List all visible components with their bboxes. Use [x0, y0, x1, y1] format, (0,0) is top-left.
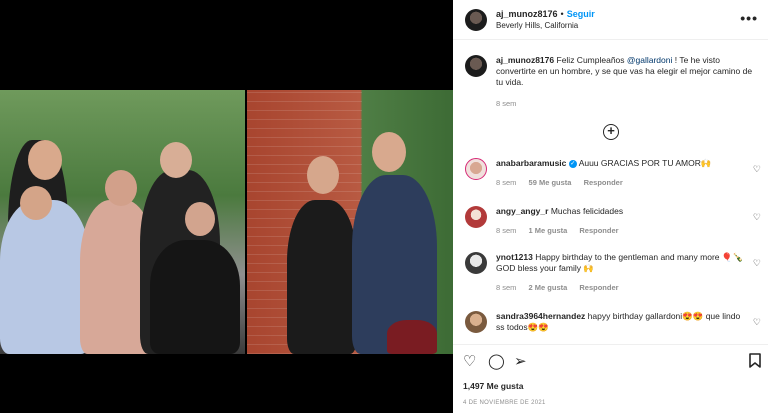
commenter-avatar[interactable]: [465, 158, 487, 180]
comment-item: sandra3964hernandez hapyy birthday galla…: [465, 311, 765, 333]
heart-icon[interactable]: ♡: [463, 353, 476, 371]
author-avatar[interactable]: [465, 8, 487, 31]
comment-item: angy_angy_r Muchas felicidades 8 sem 1 M…: [465, 206, 765, 236]
more-horizontal-icon[interactable]: •••: [740, 10, 758, 26]
follow-button[interactable]: Seguir: [567, 9, 595, 19]
separator-dot: •: [560, 8, 564, 19]
commenter-avatar[interactable]: [465, 311, 487, 333]
bookmark-icon[interactable]: [749, 353, 761, 373]
comment-likes[interactable]: 2 Me gusta: [529, 283, 568, 292]
comment-text: Happy birthday to the gentleman and many…: [496, 252, 744, 273]
comment-icon[interactable]: ◯: [488, 353, 505, 371]
likes-count[interactable]: 1,497 Me gusta: [463, 381, 523, 391]
comment-text: Muchas felicidades: [550, 206, 624, 216]
photo-family-group: [0, 90, 245, 354]
post-side-panel: aj_munoz8176 • Seguir Beverly Hills, Calif…: [453, 0, 768, 413]
post-media[interactable]: [0, 0, 453, 413]
comment-like-heart-icon[interactable]: ♡: [753, 317, 761, 328]
comment-likes[interactable]: 1 Me gusta: [529, 226, 568, 235]
comment-like-heart-icon[interactable]: ♡: [753, 258, 761, 269]
caption-text-before: Feliz Cumpleaños: [556, 55, 627, 65]
caption-username[interactable]: aj_munoz8176: [496, 55, 554, 65]
share-icon[interactable]: ➢: [514, 353, 527, 371]
commenter-username[interactable]: angy_angy_r: [496, 206, 548, 216]
post-date[interactable]: 4 DE NOVIEMBRE DE 2021: [463, 400, 546, 406]
commenter-username[interactable]: anabarbaramusic: [496, 158, 566, 168]
comment-like-heart-icon[interactable]: ♡: [753, 164, 761, 175]
comment-likes[interactable]: 59 Me gusta: [529, 178, 572, 187]
post-caption: aj_munoz8176 Feliz Cumpleaños @gallardon…: [453, 45, 768, 109]
comment-like-heart-icon[interactable]: ♡: [753, 212, 761, 223]
comment-time[interactable]: 8 sem: [496, 226, 516, 235]
photo-two-people: [247, 90, 453, 354]
caption-time[interactable]: 8 sem: [496, 98, 756, 109]
post-header: aj_munoz8176 • Seguir Beverly Hills, Calif…: [453, 0, 768, 40]
commenter-avatar[interactable]: [465, 252, 487, 274]
comments-section[interactable]: aj_munoz8176 Feliz Cumpleaños @gallardon…: [453, 45, 768, 340]
reply-button[interactable]: Responder: [579, 283, 618, 292]
plus-circle-icon[interactable]: +: [603, 124, 619, 140]
verified-badge-icon: ✓: [568, 159, 577, 168]
reply-button[interactable]: Responder: [584, 178, 623, 187]
comment-time[interactable]: 8 sem: [496, 283, 516, 292]
post-actions: ♡ ◯ ➢ 1,497 Me gusta 4 DE NOVIEMBRE DE 2…: [453, 344, 768, 413]
commenter-username[interactable]: ynot1213: [496, 252, 533, 262]
reply-button[interactable]: Responder: [579, 226, 618, 235]
commenter-username[interactable]: sandra3964hernandez: [496, 311, 585, 321]
caption-avatar[interactable]: [465, 55, 487, 77]
comment-text: Auuu GRACIAS POR TU AMOR🙌: [578, 158, 712, 168]
comment-item: anabarbaramusic ✓ Auuu GRACIAS POR TU AM…: [465, 158, 765, 188]
comment-time[interactable]: 8 sem: [496, 178, 516, 187]
commenter-avatar[interactable]: [465, 206, 487, 228]
post-location[interactable]: Beverly Hills, California: [496, 20, 595, 32]
comment-item: ynot1213 Happy birthday to the gentleman…: [465, 252, 765, 293]
caption-mention[interactable]: @gallardoni: [627, 55, 673, 65]
author-username[interactable]: aj_munoz8176: [496, 9, 558, 19]
